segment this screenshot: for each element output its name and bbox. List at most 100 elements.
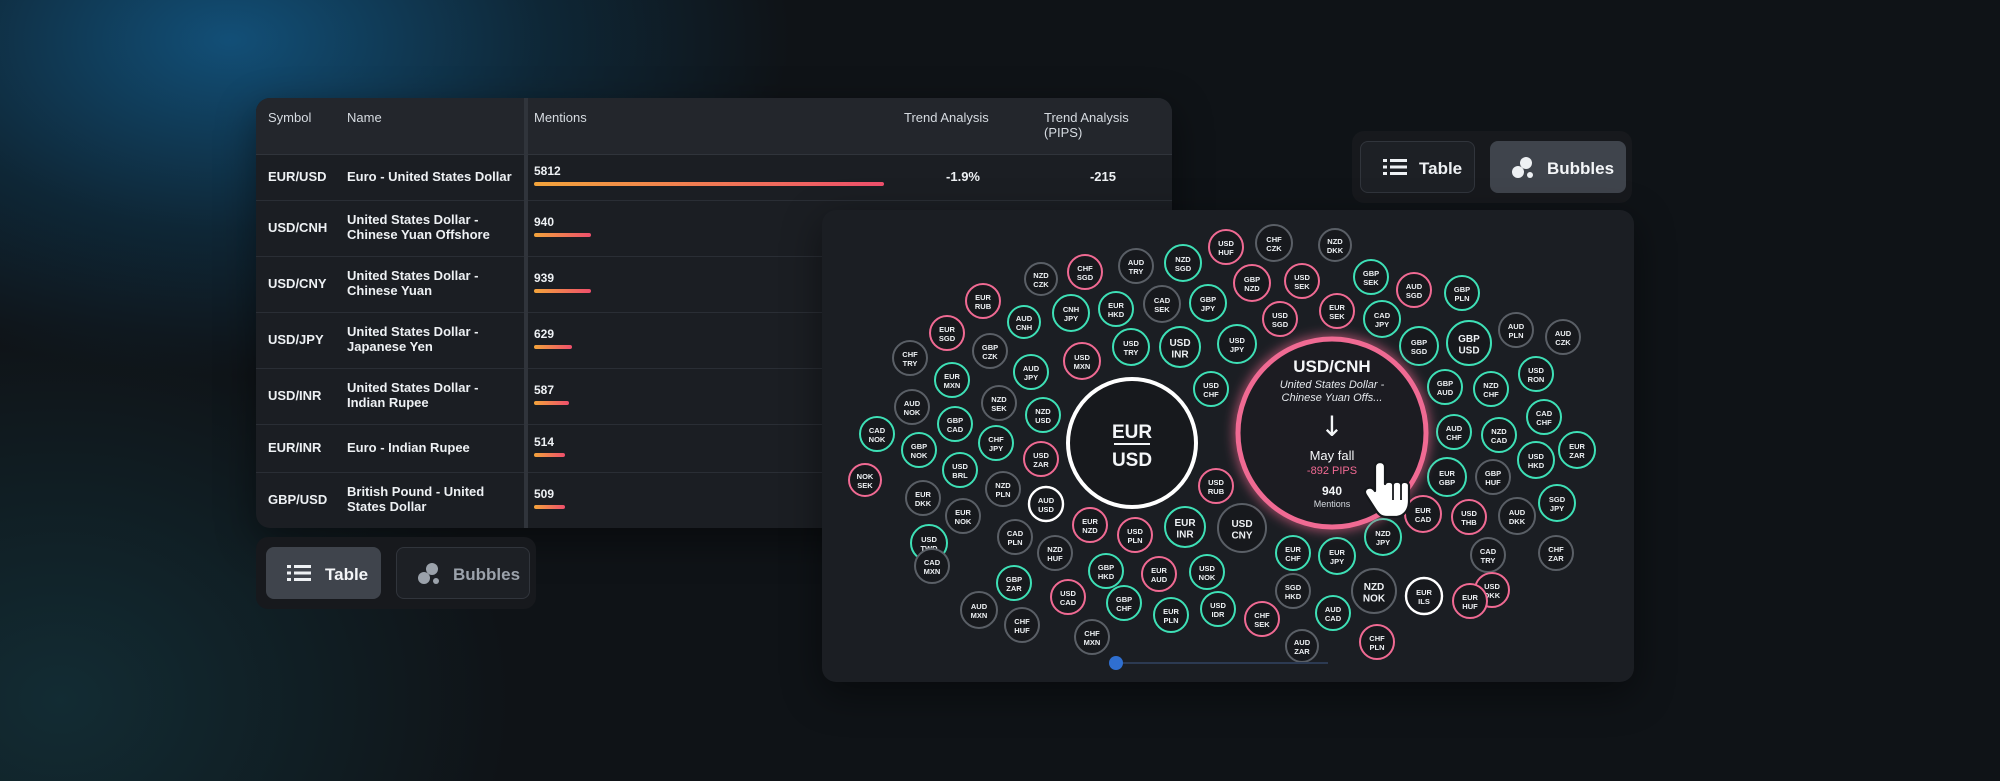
bubble-usd-cny[interactable]: USDCNY	[1217, 503, 1267, 553]
bubble-nzd-chf[interactable]: NZDCHF	[1473, 371, 1509, 407]
bubble-eur-ils[interactable]: EURILS	[1404, 576, 1444, 616]
bubble-chf-jpy[interactable]: CHFJPY	[978, 425, 1014, 461]
bubble-gbp-nok[interactable]: GBPNOK	[901, 432, 937, 468]
bubble-eur-hkd[interactable]: EURHKD	[1098, 291, 1134, 327]
header-symbol[interactable]: Symbol	[268, 110, 311, 125]
bubble-aud-usd[interactable]: AUDUSD	[1027, 485, 1065, 523]
bubbles-view-button[interactable]: Bubbles	[1490, 141, 1626, 193]
bubble-nzd-czk[interactable]: NZDCZK	[1024, 262, 1058, 296]
bubble-usd-zar[interactable]: USDZAR	[1023, 441, 1059, 477]
bubble-eur-jpy[interactable]: EURJPY	[1318, 537, 1356, 575]
bubble-eur-nok[interactable]: EURNOK	[945, 498, 981, 534]
bubble-aud-zar[interactable]: AUDZAR	[1285, 629, 1319, 663]
bubble-usd-chf[interactable]: USDCHF	[1193, 371, 1229, 407]
bubble-eur-rub[interactable]: EURRUB	[965, 283, 1001, 319]
bubble-eur-aud[interactable]: EURAUD	[1141, 556, 1177, 592]
bubble-sgd-jpy[interactable]: SGDJPY	[1538, 484, 1576, 522]
bubble-aud-cad[interactable]: AUDCAD	[1315, 595, 1351, 631]
bubble-nzd-cad[interactable]: NZDCAD	[1481, 417, 1517, 453]
header-trend[interactable]: Trend Analysis	[904, 110, 989, 125]
bubble-eur-chf[interactable]: EURCHF	[1275, 535, 1311, 571]
bubble-gbp-jpy[interactable]: GBPJPY	[1189, 284, 1227, 322]
timeline-handle[interactable]	[1109, 656, 1123, 670]
header-name[interactable]: Name	[347, 110, 382, 125]
bubble-nzd-jpy[interactable]: NZDJPY	[1364, 518, 1402, 556]
bubble-gbp-sek[interactable]: GBPSEK	[1353, 259, 1389, 295]
bubble-nzd-pln[interactable]: NZDPLN	[985, 471, 1021, 507]
bubble-chf-try[interactable]: CHFTRY	[892, 340, 928, 376]
bubble-usd-huf[interactable]: USDHUF	[1208, 229, 1244, 265]
bubble-eur-sgd[interactable]: EURSGD	[929, 315, 965, 351]
bubble-usd-mxn[interactable]: USDMXN	[1063, 342, 1101, 380]
bubble-usd-nok[interactable]: USDNOK	[1189, 554, 1225, 590]
bubble-cad-try[interactable]: CADTRY	[1470, 537, 1506, 573]
bubble-gbp-aud[interactable]: GBPAUD	[1427, 369, 1463, 405]
bubble-eur-pln[interactable]: EURPLN	[1153, 597, 1189, 633]
bubble-chf-sek[interactable]: CHFSEK	[1244, 601, 1280, 637]
bubble-usd-idr[interactable]: USDIDR	[1200, 591, 1236, 627]
bubble-usd-sgd[interactable]: USDSGD	[1262, 301, 1298, 337]
bubble-cad-nok[interactable]: CADNOK	[859, 416, 895, 452]
bubble-gbp-pln[interactable]: GBPPLN	[1444, 275, 1480, 311]
bubble-eur-gbp[interactable]: EURGBP	[1427, 457, 1467, 497]
header-trend-pips[interactable]: Trend Analysis (PIPS)	[1044, 110, 1129, 140]
bubbles-view-button[interactable]: Bubbles	[396, 547, 530, 599]
table-view-button[interactable]: Table	[1360, 141, 1475, 193]
bubble-nzd-sgd[interactable]: NZDSGD	[1164, 244, 1202, 282]
bubble-gbp-hkd[interactable]: GBPHKD	[1088, 553, 1124, 589]
bubble-eur-mxn[interactable]: EURMXN	[934, 362, 970, 398]
bubble-eur-zar[interactable]: EURZAR	[1558, 431, 1596, 469]
bubble-nzd-nok[interactable]: NZDNOK	[1351, 568, 1397, 614]
bubble-usd-hkd[interactable]: USDHKD	[1517, 441, 1555, 479]
bubble-usd-thb[interactable]: USDTHB	[1451, 499, 1487, 535]
bubble-gbp-nzd[interactable]: GBPNZD	[1233, 264, 1271, 302]
bubble-cad-pln[interactable]: CADPLN	[997, 519, 1033, 555]
bubble-cad-mxn[interactable]: CADMXN	[914, 548, 950, 584]
table-view-button[interactable]: Table	[266, 547, 381, 599]
bubble-chf-czk[interactable]: CHFCZK	[1255, 224, 1293, 262]
bubble-cad-jpy[interactable]: CADJPY	[1363, 300, 1401, 338]
bubble-usd-sek[interactable]: USDSEK	[1284, 263, 1320, 299]
bubble-aud-mxn[interactable]: AUDMXN	[960, 591, 998, 629]
table-row[interactable]: EUR/USD Euro - United States Dollar 5812 -1…	[256, 154, 1172, 201]
bubble-gbp-usd[interactable]: GBPUSD	[1446, 320, 1492, 366]
bubble-aud-sgd[interactable]: AUDSGD	[1396, 272, 1432, 308]
bubble-aud-jpy[interactable]: AUDJPY	[1013, 354, 1049, 390]
header-mentions[interactable]: Mentions	[534, 110, 587, 125]
bubble-cnh-jpy[interactable]: CNHJPY	[1052, 294, 1090, 332]
bubble-eur-sek[interactable]: EURSEK	[1319, 293, 1355, 329]
bubble-aud-try[interactable]: AUDTRY	[1118, 248, 1154, 284]
bubble-gbp-zar[interactable]: GBPZAR	[996, 565, 1032, 601]
bubble-usd-rub[interactable]: USDRUB	[1198, 468, 1234, 504]
bubble-aud-cnh[interactable]: AUDCNH	[1007, 305, 1041, 339]
bubble-usd-brl[interactable]: USDBRL	[942, 452, 978, 488]
bubble-aud-chf[interactable]: AUDCHF	[1436, 414, 1472, 450]
bubble-gbp-sgd[interactable]: GBPSGD	[1399, 326, 1439, 366]
bubble-cad-sek[interactable]: CADSEK	[1143, 285, 1181, 323]
bubble-usd-cad[interactable]: USDCAD	[1050, 579, 1086, 615]
bubble-eur-dkk[interactable]: EURDKK	[905, 480, 941, 516]
bubble-eur-nzd[interactable]: EURNZD	[1072, 507, 1108, 543]
bubble-cad-chf[interactable]: CADCHF	[1526, 399, 1562, 435]
bubble-chf-zar[interactable]: CHFZAR	[1538, 535, 1574, 571]
bubble-eur-inr[interactable]: EURINR	[1164, 506, 1206, 548]
bubble-usd-ron[interactable]: USDRON	[1518, 356, 1554, 392]
bubble-nzd-sek[interactable]: NZDSEK	[981, 385, 1017, 421]
bubble-chf-pln[interactable]: CHFPLN	[1359, 624, 1395, 660]
bubble-gbp-huf[interactable]: GBPHUF	[1475, 459, 1511, 495]
bubble-eur-usd-large[interactable]: EUR USD	[1066, 377, 1198, 509]
bubble-usd-jpy[interactable]: USDJPY	[1217, 324, 1257, 364]
bubble-sgd-hkd[interactable]: SGDHKD	[1275, 573, 1311, 609]
bubble-chf-sgd[interactable]: CHFSGD	[1067, 254, 1103, 290]
bubble-usd-try[interactable]: USDTRY	[1112, 328, 1150, 366]
bubble-nok-sek[interactable]: NOKSEK	[848, 463, 882, 497]
bubble-gbp-cad[interactable]: GBPCAD	[937, 406, 973, 442]
bubble-chf-huf[interactable]: CHFHUF	[1004, 607, 1040, 643]
bubble-gbp-chf[interactable]: GBPCHF	[1106, 585, 1142, 621]
bubble-aud-dkk[interactable]: AUDDKK	[1498, 497, 1536, 535]
bubble-aud-nok[interactable]: AUDNOK	[894, 389, 930, 425]
bubble-gbp-czk[interactable]: GBPCZK	[972, 333, 1008, 369]
bubble-nzd-huf[interactable]: NZDHUF	[1037, 535, 1073, 571]
bubble-eur-huf[interactable]: EURHUF	[1452, 583, 1488, 619]
bubble-eur-cad[interactable]: EURCAD	[1404, 495, 1442, 533]
